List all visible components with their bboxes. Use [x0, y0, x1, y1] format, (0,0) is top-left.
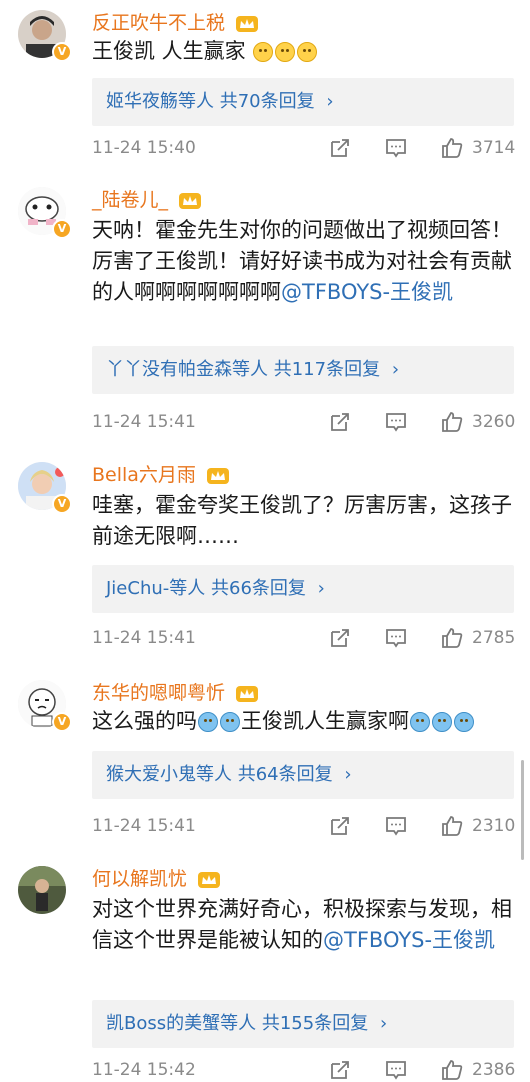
smile-emoji-icon [275, 42, 296, 62]
crown-icon [236, 15, 259, 32]
comment-icon[interactable] [384, 626, 408, 650]
reply-summary[interactable]: 凯Boss的美蟹等人 共155条回复 › [92, 1000, 514, 1048]
comment-footer: 11-24 15:40 3714 [92, 136, 522, 160]
comment-footer: 11-24 15:41 2310 [92, 814, 522, 838]
comment-footer: 11-24 15:42 2386 [92, 1058, 522, 1082]
verified-badge-icon: V [52, 494, 72, 514]
reply-summary[interactable]: 丫丫没有帕金森等人 共117条回复 › [92, 346, 514, 394]
share-icon[interactable] [328, 814, 352, 838]
comment-body: 天呐！霍金先生对你的问题做出了视频回答！厉害了王俊凯！请好好读书成为对社会有贡献… [92, 215, 516, 308]
comment-body: 对这个世界充满好奇心，积极探索与发现，相信这个世界是能被认知的@TFBOYS-王… [92, 894, 516, 956]
laugh-cry-emoji-icon [454, 712, 474, 732]
reply-names: 丫丫没有帕金森等人 [106, 359, 268, 380]
thumb-up-icon[interactable] [440, 136, 464, 160]
laugh-cry-emoji-icon [198, 712, 218, 732]
like-count: 2785 [472, 628, 516, 648]
like-count: 3714 [472, 138, 516, 158]
comment-item: V _陆卷儿_ 天呐！霍金先生对你的问题做出了视频回答！厉害了王俊凯！请好好读书… [0, 183, 530, 443]
comment-item: V Bella六月雨 哇塞，霍金夸奖王俊凯了？厉害厉害，这孩子前途无限啊…… J… [0, 458, 530, 658]
comment-time: 11-24 15:41 [92, 628, 196, 648]
reply-summary[interactable]: 姬华夜觞等人 共70条回复 › [92, 78, 514, 126]
laugh-cry-emoji-icon [410, 712, 430, 732]
thumb-up-icon[interactable] [440, 814, 464, 838]
verified-badge-icon: V [52, 219, 72, 239]
comment-username[interactable]: Bella六月雨 [92, 460, 230, 487]
reply-count: 共155条回复 [261, 1013, 369, 1034]
comment-time: 11-24 15:41 [92, 816, 196, 836]
comment-body: 哇塞，霍金夸奖王俊凯了？厉害厉害，这孩子前途无限啊…… [92, 490, 516, 552]
comment-text: 哇塞，霍金夸奖王俊凯了？厉害厉害，这孩子前途无限啊…… [92, 493, 512, 548]
comment-text: 王俊凯 人生赢家 [92, 39, 246, 63]
comment-username[interactable]: 东华的嗯唧粤忻 [92, 678, 259, 705]
verified-badge-icon: V [52, 42, 72, 62]
share-icon[interactable] [328, 136, 352, 160]
reply-names: 姬华夜觞等人 [106, 91, 214, 112]
chevron-right-icon: › [344, 764, 352, 785]
username-text[interactable]: 东华的嗯唧粤忻 [92, 682, 225, 704]
smile-emoji-icon [297, 42, 318, 62]
reply-summary[interactable]: JieChu-等人 共66条回复 › [92, 565, 514, 613]
laugh-cry-emoji-icon [220, 712, 240, 732]
username-text[interactable]: 反正吹牛不上税 [92, 12, 225, 34]
like-count: 3260 [472, 412, 516, 432]
username-text[interactable]: Bella六月雨 [92, 464, 196, 486]
comment-time: 11-24 15:42 [92, 1060, 196, 1080]
comment-time: 11-24 15:40 [92, 138, 196, 158]
scrollbar[interactable] [521, 760, 524, 860]
reply-count: 共70条回复 [219, 91, 315, 112]
mention-link[interactable]: @TFBOYS-王俊凯 [281, 280, 453, 304]
comment-username[interactable]: 何以解凯忧 [92, 864, 221, 891]
comment-footer: 11-24 15:41 3260 [92, 410, 522, 434]
username-text[interactable]: 何以解凯忧 [92, 868, 187, 890]
comment-footer: 11-24 15:41 2785 [92, 626, 522, 650]
reply-names: 凯Boss的美蟹等人 [106, 1013, 257, 1034]
comment-item: 何以解凯忧 对这个世界充满好奇心，积极探索与发现，相信这个世界是能被认知的@TF… [0, 862, 530, 1080]
smile-emoji-icon [253, 42, 274, 62]
crown-icon [198, 871, 221, 888]
share-icon[interactable] [328, 410, 352, 434]
reply-count: 共117条回复 [273, 359, 381, 380]
comment-item: V 东华的嗯唧粤忻 这么强的吗 王俊凯人生赢家啊 猴大爱小鬼等人 共64条回复 ›… [0, 676, 530, 846]
comment-username[interactable]: 反正吹牛不上税 [92, 8, 259, 35]
laugh-cry-emoji-icon [432, 712, 452, 732]
verified-badge-icon: V [52, 712, 72, 732]
avatar[interactable] [18, 866, 66, 914]
comment-text: 王俊凯人生赢家啊 [241, 709, 409, 733]
comment-icon[interactable] [384, 410, 408, 434]
thumb-up-icon[interactable] [440, 626, 464, 650]
mention-link[interactable]: @TFBOYS-王俊凯 [323, 928, 495, 952]
reply-summary[interactable]: 猴大爱小鬼等人 共64条回复 › [92, 751, 514, 799]
comment-icon[interactable] [384, 814, 408, 838]
thumb-up-icon[interactable] [440, 410, 464, 434]
crown-icon [206, 467, 229, 484]
comment-item: V 反正吹牛不上税 王俊凯 人生赢家 姬华夜觞等人 共70条回复 › 11-24… [0, 6, 530, 162]
like-count: 2386 [472, 1060, 516, 1080]
reply-count: 共64条回复 [237, 764, 333, 785]
chevron-right-icon: › [379, 1013, 388, 1034]
reply-count: 共66条回复 [211, 578, 306, 599]
comment-time: 11-24 15:41 [92, 412, 196, 432]
like-count: 2310 [472, 816, 516, 836]
comment-body: 这么强的吗 王俊凯人生赢家啊 [92, 706, 516, 737]
comment-icon[interactable] [384, 136, 408, 160]
reply-names: JieChu-等人 [106, 578, 206, 599]
chevron-right-icon: › [391, 359, 400, 380]
chevron-right-icon: › [326, 91, 334, 112]
comment-body: 王俊凯 人生赢家 [92, 36, 516, 67]
comment-username[interactable]: _陆卷儿_ [92, 185, 202, 212]
share-icon[interactable] [328, 626, 352, 650]
username-text[interactable]: _陆卷儿_ [92, 189, 168, 211]
chevron-right-icon: › [317, 578, 325, 599]
crown-icon [179, 192, 202, 209]
comment-text: 这么强的吗 [92, 709, 197, 733]
crown-icon [236, 685, 259, 702]
comment-icon[interactable] [384, 1058, 408, 1082]
thumb-up-icon[interactable] [440, 1058, 464, 1082]
share-icon[interactable] [328, 1058, 352, 1082]
reply-names: 猴大爱小鬼等人 [106, 764, 232, 785]
